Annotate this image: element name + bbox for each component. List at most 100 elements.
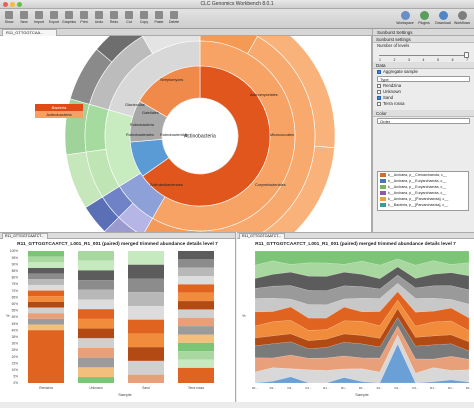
toolbar-copy-button[interactable]: Copy xyxy=(137,11,151,27)
toolbar-download-button[interactable]: Download xyxy=(434,11,452,27)
bar-segment[interactable] xyxy=(78,329,114,339)
color-list[interactable]: k__Archaea, p__Crenarchaeota, c__k__Arch… xyxy=(377,171,469,211)
bar-segment[interactable] xyxy=(128,347,164,361)
bar-segment[interactable] xyxy=(28,251,64,257)
bar-segment[interactable] xyxy=(28,262,64,268)
x-tick-label: Sand xyxy=(142,386,150,390)
sunburst-chart[interactable]: ActinobacteriaRubrobacteriaRubrobacteral… xyxy=(0,36,372,232)
color-swatch[interactable] xyxy=(380,179,386,183)
bar-segment[interactable] xyxy=(178,326,214,334)
option-checkbox[interactable] xyxy=(377,96,381,100)
toolbar-delete-button[interactable]: Delete xyxy=(167,11,181,27)
bar-segment[interactable] xyxy=(178,276,214,284)
tab-sunburst[interactable]: R11_GTTGGTCAA... xyxy=(2,29,57,36)
bar-segment[interactable] xyxy=(28,302,64,308)
color-swatch[interactable] xyxy=(380,173,386,177)
bar-segment[interactable] xyxy=(128,333,164,347)
bar-segment[interactable] xyxy=(28,308,64,314)
color-select[interactable]: Order xyxy=(377,118,470,124)
bar-segment[interactable] xyxy=(28,319,64,325)
aggregate-select[interactable]: Type xyxy=(377,76,470,82)
section-color[interactable]: Color xyxy=(373,110,474,117)
bar-segment[interactable] xyxy=(178,301,214,309)
bar-segment[interactable] xyxy=(128,251,164,265)
levels-slider[interactable]: 1234567 xyxy=(377,52,470,62)
bar-segment[interactable] xyxy=(178,251,214,259)
toolbar-export-button[interactable]: Export xyxy=(47,11,61,27)
bar-segment[interactable] xyxy=(28,268,64,274)
bar-segment[interactable] xyxy=(178,293,214,301)
section-data[interactable]: Data xyxy=(373,62,474,69)
bar-segment[interactable] xyxy=(128,292,164,306)
bar-segment[interactable] xyxy=(78,251,114,261)
option-checkbox[interactable] xyxy=(377,84,381,88)
bar-segment[interactable] xyxy=(28,330,64,383)
bar-segment[interactable] xyxy=(178,343,214,351)
bar-segment[interactable] xyxy=(128,306,164,320)
bar-segment[interactable] xyxy=(78,319,114,329)
color-swatch[interactable] xyxy=(380,185,386,189)
bar-segment[interactable] xyxy=(128,278,164,292)
toolbar-import-button[interactable]: Import xyxy=(32,11,46,27)
bar-segment[interactable] xyxy=(78,290,114,300)
toolbar-paste-button[interactable]: Paste xyxy=(152,11,166,27)
color-swatch[interactable] xyxy=(380,191,386,195)
x-tick-label: Rendzina xyxy=(39,386,53,390)
option-checkbox[interactable] xyxy=(377,90,381,94)
bar-segment[interactable] xyxy=(28,313,64,319)
bar-segment[interactable] xyxy=(28,257,64,263)
color-list-item[interactable]: k__Bacteria, p__[Parvarchaeota], c__ xyxy=(378,202,468,208)
bar-segment[interactable] xyxy=(28,296,64,302)
bar-segment[interactable] xyxy=(178,309,214,317)
bar-segment[interactable] xyxy=(78,309,114,319)
option-row[interactable]: Terra rossa xyxy=(373,101,474,107)
toolbar-show-button[interactable]: Show xyxy=(2,11,16,27)
section-sunburst-settings[interactable]: Sunburst settings xyxy=(373,36,474,43)
toolbar-undo-button[interactable]: Undo xyxy=(92,11,106,27)
bar-segment[interactable] xyxy=(78,377,114,383)
bar-segment[interactable] xyxy=(78,358,114,368)
color-swatch[interactable] xyxy=(380,197,386,201)
bar-segment[interactable] xyxy=(128,361,164,375)
tab-bar-chart[interactable]: R11_GTTGGTCAATCT... xyxy=(2,233,48,239)
option-label: Unknown xyxy=(383,89,401,94)
option-checkbox[interactable] xyxy=(377,102,381,106)
toolbar-cut-button[interactable]: Cut xyxy=(122,11,136,27)
bar-segment[interactable] xyxy=(178,259,214,267)
bar-segment[interactable] xyxy=(178,335,214,343)
toolbar-graphics-button[interactable]: Graphics xyxy=(62,11,76,27)
bar-segment[interactable] xyxy=(78,270,114,280)
bar-segment[interactable] xyxy=(128,265,164,279)
bar-segment[interactable] xyxy=(28,274,64,280)
bar-segment[interactable] xyxy=(28,291,64,297)
toolbar-workspace-button[interactable]: Workspace xyxy=(396,11,414,27)
bar-segment[interactable] xyxy=(28,279,64,285)
bar-segment[interactable] xyxy=(178,318,214,326)
bar-segment[interactable] xyxy=(178,360,214,368)
bar-segment[interactable] xyxy=(178,268,214,276)
bar-segment[interactable] xyxy=(78,280,114,290)
stacked-area-chart[interactable]: %R1...R1...R1...R1...R1...R1...R1...R1..… xyxy=(237,233,474,403)
bar-segment[interactable] xyxy=(128,320,164,334)
bar-segment[interactable] xyxy=(78,338,114,348)
bar-segment[interactable] xyxy=(78,348,114,358)
bar-segment[interactable] xyxy=(78,299,114,309)
bar-segment[interactable] xyxy=(128,375,164,383)
tab-area-chart[interactable]: R11_GTTGGTCAATCT... xyxy=(239,233,285,239)
bar-segment[interactable] xyxy=(78,261,114,271)
stacked-bar-chart[interactable]: 100%95%90%85%80%75%70%65%60%55%50%45%40%… xyxy=(0,233,236,403)
bar-segment[interactable] xyxy=(178,284,214,292)
aggregate-checkbox[interactable] xyxy=(377,70,381,74)
color-swatch[interactable] xyxy=(380,203,386,207)
toolbar-workflows-button[interactable]: Workflows xyxy=(453,11,471,27)
toolbar-button-label: Workflows xyxy=(453,21,471,25)
toolbar-redo-button[interactable]: Redo xyxy=(107,11,121,27)
toolbar-new-button[interactable]: New xyxy=(17,11,31,27)
bar-segment[interactable] xyxy=(28,325,64,331)
toolbar-print-button[interactable]: Print xyxy=(77,11,91,27)
bar-segment[interactable] xyxy=(28,285,64,291)
bar-segment[interactable] xyxy=(78,367,114,377)
bar-segment[interactable] xyxy=(178,351,214,359)
bar-segment[interactable] xyxy=(178,368,214,383)
toolbar-plugins-button[interactable]: Plugins xyxy=(415,11,433,27)
